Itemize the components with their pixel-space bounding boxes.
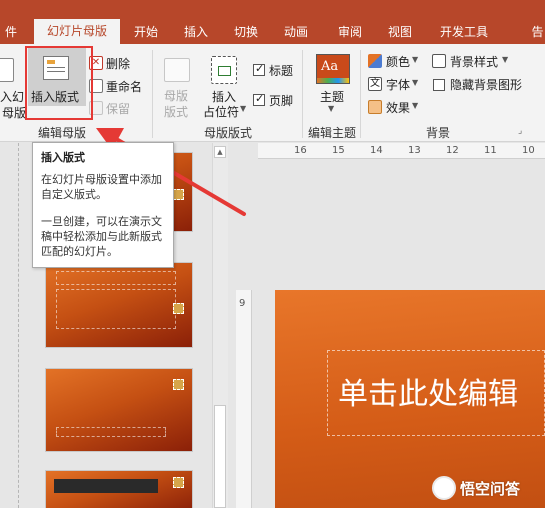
watermark-text: 悟空问答: [460, 480, 521, 498]
tooltip-body: 在幻灯片母版设置中添加自定义版式。: [41, 173, 162, 201]
tooltip-body: 一旦创建，可以在演示文稿中轻松添加与此新版式匹配的幻灯片。: [41, 215, 162, 258]
wukong-logo-icon: [432, 476, 456, 500]
tooltip-title: 插入版式: [41, 151, 85, 164]
insert-layout-tooltip: 插入版式 在幻灯片母版设置中添加自定义版式。 一旦创建，可以在演示文稿中轻松添加…: [32, 142, 174, 268]
